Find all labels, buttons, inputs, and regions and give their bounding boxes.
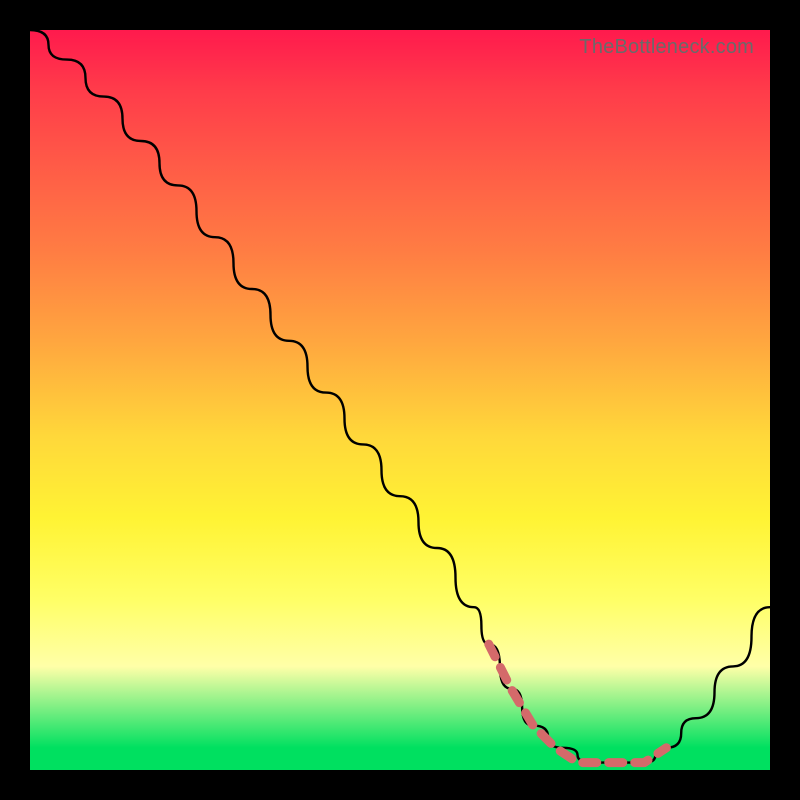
bottleneck-chart-svg <box>30 30 770 770</box>
bottleneck-curve-path <box>30 30 770 763</box>
optimal-range-dashes <box>489 644 667 762</box>
chart-frame: TheBottleneck.com <box>0 0 800 800</box>
chart-plot-area: TheBottleneck.com <box>30 30 770 770</box>
optimal-range-dots-group <box>489 644 667 762</box>
